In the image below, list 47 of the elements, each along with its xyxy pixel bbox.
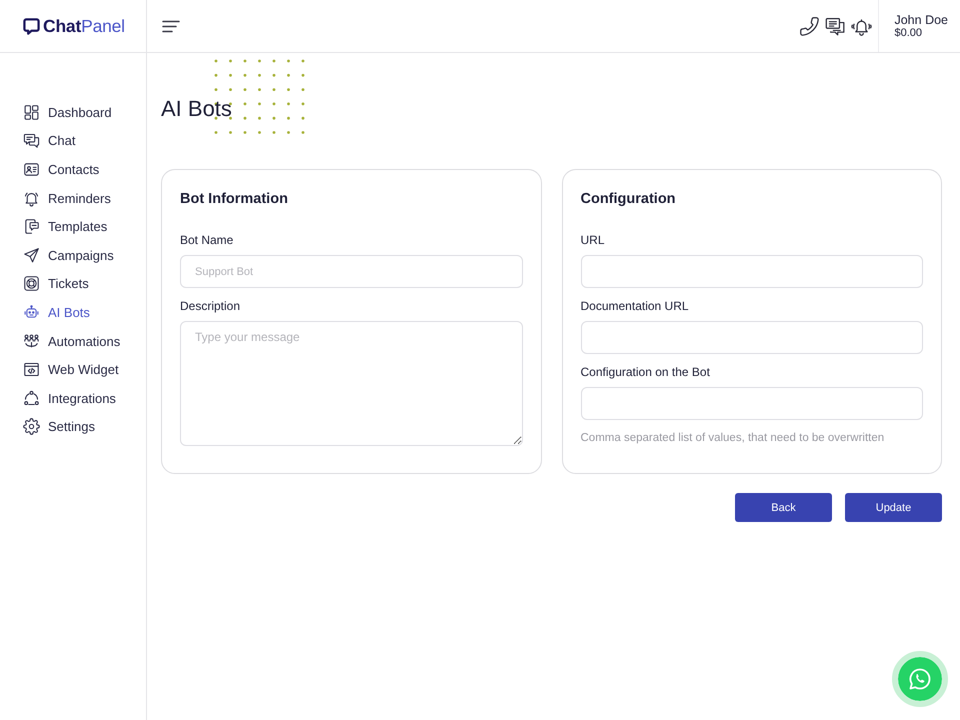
lifebuoy-icon	[23, 275, 40, 292]
sidebar-item[interactable]: Chat	[23, 126, 76, 156]
sidebar-item[interactable]: Settings	[23, 412, 95, 442]
chat-bubbles-icon	[23, 132, 40, 150]
sidebar-item[interactable]: Reminders	[23, 184, 111, 212]
paper-plane-icon	[23, 246, 40, 264]
grid-icon	[23, 104, 40, 121]
field-label: Description	[180, 298, 240, 314]
user-name[interactable]: John Doe	[894, 12, 948, 26]
account-balance: $0.00	[894, 26, 922, 40]
document-bubble-icon	[23, 218, 40, 236]
connected-nodes-icon	[23, 390, 40, 407]
phone-icon[interactable]	[799, 16, 820, 36]
card-title: Bot Information	[180, 190, 288, 208]
code-window-icon	[23, 361, 40, 378]
sidebar-item[interactable]: Contacts	[23, 155, 100, 184]
chat-bubbles-icon[interactable]	[825, 16, 846, 36]
page-title: AI Bots	[161, 96, 232, 122]
card-title: Configuration	[580, 190, 676, 208]
text-input[interactable]	[580, 387, 923, 420]
help-text: Comma separated list of values, that need to be overwritten	[580, 431, 884, 446]
field-label: URL	[580, 232, 605, 248]
field-label: Configuration on the Bot	[580, 364, 710, 380]
sidebar-item[interactable]: Tickets	[23, 270, 89, 298]
text-input[interactable]: Support Bot	[180, 255, 522, 288]
text-input[interactable]	[580, 321, 923, 354]
sidebar-item[interactable]: Campaigns	[23, 240, 114, 270]
settings-icon	[23, 418, 40, 436]
sidebar-item[interactable]: Templates	[23, 212, 108, 241]
sidebar-item[interactable]: Integrations	[23, 384, 116, 413]
text-area[interactable]: Type your message	[180, 321, 522, 446]
action-button[interactable]: Back	[735, 493, 832, 522]
bell-icon	[23, 190, 40, 207]
menu-icon[interactable]	[162, 20, 180, 32]
contact-card-icon	[23, 160, 40, 178]
action-button[interactable]: Update	[845, 493, 942, 522]
sidebar-item[interactable]: Web Widget	[23, 355, 119, 384]
field-label: Documentation URL	[580, 298, 689, 314]
people-network-icon	[23, 332, 40, 350]
phone-bubble-icon	[908, 667, 932, 691]
brand-name[interactable]: ChatPanel	[43, 16, 125, 36]
sidebar-item[interactable]: Automations	[23, 326, 120, 356]
field-label: Bot Name	[180, 232, 234, 248]
sidebar-item[interactable]: Dashboard	[23, 98, 112, 127]
chat-bubble-icon	[23, 18, 40, 34]
text-input[interactable]	[580, 255, 923, 288]
sidebar-item[interactable]: AI Bots	[23, 298, 90, 327]
